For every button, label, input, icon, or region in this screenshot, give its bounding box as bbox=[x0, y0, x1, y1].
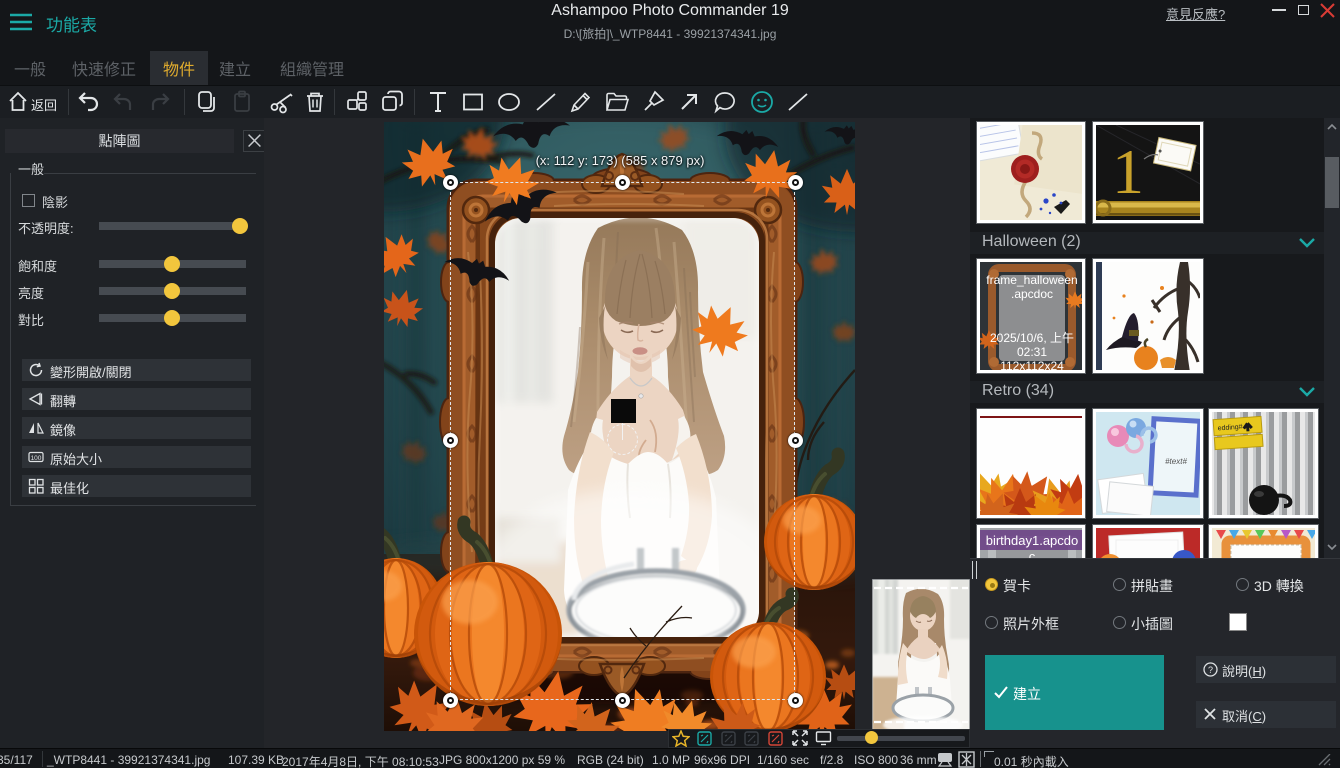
svg-text:?: ? bbox=[1208, 665, 1213, 675]
svg-text:frame_halloween: frame_halloween bbox=[986, 273, 1077, 287]
svg-text:02:31: 02:31 bbox=[1017, 345, 1047, 359]
svg-text:1: 1 bbox=[1112, 136, 1144, 207]
svg-text:2025/10/6, 上午: 2025/10/6, 上午 bbox=[990, 331, 1074, 345]
svg-text:#text#: #text# bbox=[1165, 457, 1187, 466]
svg-text:112x112x24: 112x112x24 bbox=[1000, 359, 1064, 370]
svg-text:100: 100 bbox=[31, 455, 42, 462]
svg-text:birthday1.apcdo: birthday1.apcdo bbox=[986, 533, 1079, 548]
svg-text:.apcdoc: .apcdoc bbox=[1011, 287, 1053, 301]
